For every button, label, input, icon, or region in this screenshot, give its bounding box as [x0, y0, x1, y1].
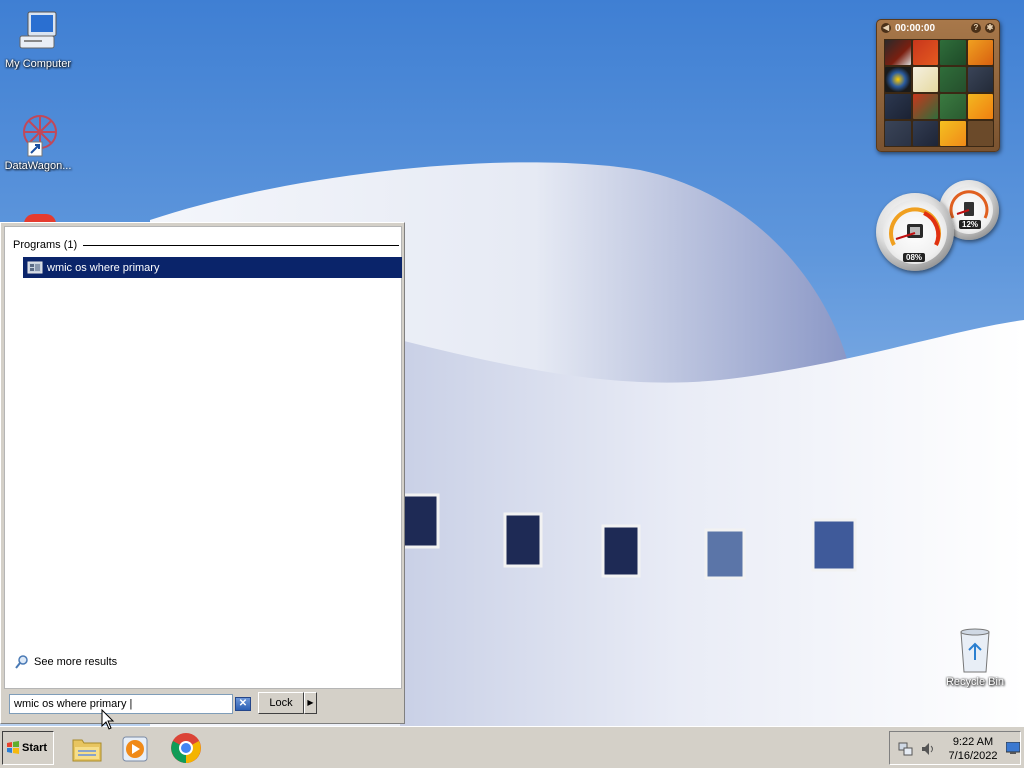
clear-search-icon[interactable]: ✕: [235, 697, 251, 711]
memory-chip-icon: [964, 202, 974, 216]
puzzle-timer: 00:00:00: [895, 22, 936, 34]
picture-puzzle-gadget[interactable]: ◀ 00:00:00 ? ✱: [876, 19, 1000, 152]
search-results-pane: Programs (1) wmic os where primary See m…: [4, 226, 402, 689]
media-player-icon: [122, 736, 148, 762]
result-item-label: wmic os where primary: [47, 261, 160, 274]
network-icon[interactable]: [898, 741, 914, 757]
lock-button[interactable]: Lock: [258, 692, 304, 714]
taskbar-explorer-button[interactable]: [70, 731, 104, 765]
my-computer-icon: [14, 8, 62, 56]
puzzle-tile[interactable]: [940, 121, 966, 146]
puzzle-tile[interactable]: [967, 67, 993, 92]
desktop-icon-datawagon[interactable]: DataWagon...: [0, 110, 76, 172]
puzzle-tile[interactable]: [885, 94, 911, 119]
puzzle-grid: [884, 39, 994, 147]
puzzle-help-icon[interactable]: ?: [971, 23, 981, 33]
volume-icon[interactable]: [920, 741, 936, 757]
wmic-program-icon: [27, 261, 43, 273]
start-menu: Programs (1) wmic os where primary See m…: [0, 222, 405, 724]
clock-date: 7/16/2022: [948, 750, 998, 762]
puzzle-toolbar: ◀ 00:00:00 ? ✱: [877, 20, 999, 36]
see-more-results-link[interactable]: See more results: [15, 655, 117, 669]
taskbar-clock[interactable]: 9:22 AM 7/16/2022: [946, 735, 1000, 763]
puzzle-tile[interactable]: [967, 94, 993, 119]
puzzle-tile[interactable]: [912, 94, 938, 119]
cpu-meter: 08%: [876, 193, 954, 271]
puzzle-shuffle-icon[interactable]: ✱: [985, 23, 995, 33]
puzzle-tile[interactable]: [885, 67, 911, 92]
result-item-wmic[interactable]: wmic os where primary: [23, 257, 402, 278]
start-search-input[interactable]: wmic os where primary |: [9, 694, 233, 714]
recycle-bin-icon: [951, 626, 999, 674]
mouse-cursor-icon: [101, 709, 115, 730]
notification-area: 9:22 AM 7/16/2022: [889, 731, 1021, 765]
clock-time: 9:22 AM: [952, 736, 994, 748]
datawagon-shortcut-icon: [14, 110, 62, 158]
desktop-icon-my-computer[interactable]: My Computer: [0, 8, 76, 70]
puzzle-back-icon[interactable]: ◀: [881, 23, 891, 33]
puzzle-tile[interactable]: [912, 40, 938, 65]
show-desktop-icon[interactable]: [1006, 742, 1020, 754]
chrome-icon: [171, 733, 201, 763]
puzzle-tile[interactable]: [940, 67, 966, 92]
puzzle-tile[interactable]: [912, 67, 938, 92]
search-magnifier-icon: [15, 655, 28, 669]
explorer-folder-icon: [72, 739, 102, 762]
puzzle-tile[interactable]: [967, 121, 993, 146]
puzzle-tile[interactable]: [967, 40, 993, 65]
taskbar-chrome-button[interactable]: [169, 731, 203, 765]
taskbar: Start 9:22 AM 7/16/2022: [0, 726, 1024, 768]
shutdown-options-arrow-icon[interactable]: ▶: [304, 692, 317, 714]
start-button[interactable]: Start: [2, 731, 54, 765]
puzzle-tile[interactable]: [912, 121, 938, 146]
memory-value: 12%: [959, 220, 982, 229]
desktop-icon-recycle-bin[interactable]: Recycle Bin: [937, 626, 1013, 688]
start-menu-bottom-bar: wmic os where primary | ✕ Lock ▶: [4, 691, 402, 721]
puzzle-tile[interactable]: [885, 121, 911, 146]
cpu-value: 08%: [903, 253, 926, 262]
puzzle-tile[interactable]: [885, 40, 911, 65]
windows-logo-icon: [7, 741, 19, 754]
programs-section-heading: Programs (1): [13, 239, 399, 251]
taskbar-media-player-button[interactable]: [119, 731, 153, 765]
puzzle-tile[interactable]: [940, 94, 966, 119]
puzzle-tile[interactable]: [940, 40, 966, 65]
heading-divider: [83, 244, 399, 246]
